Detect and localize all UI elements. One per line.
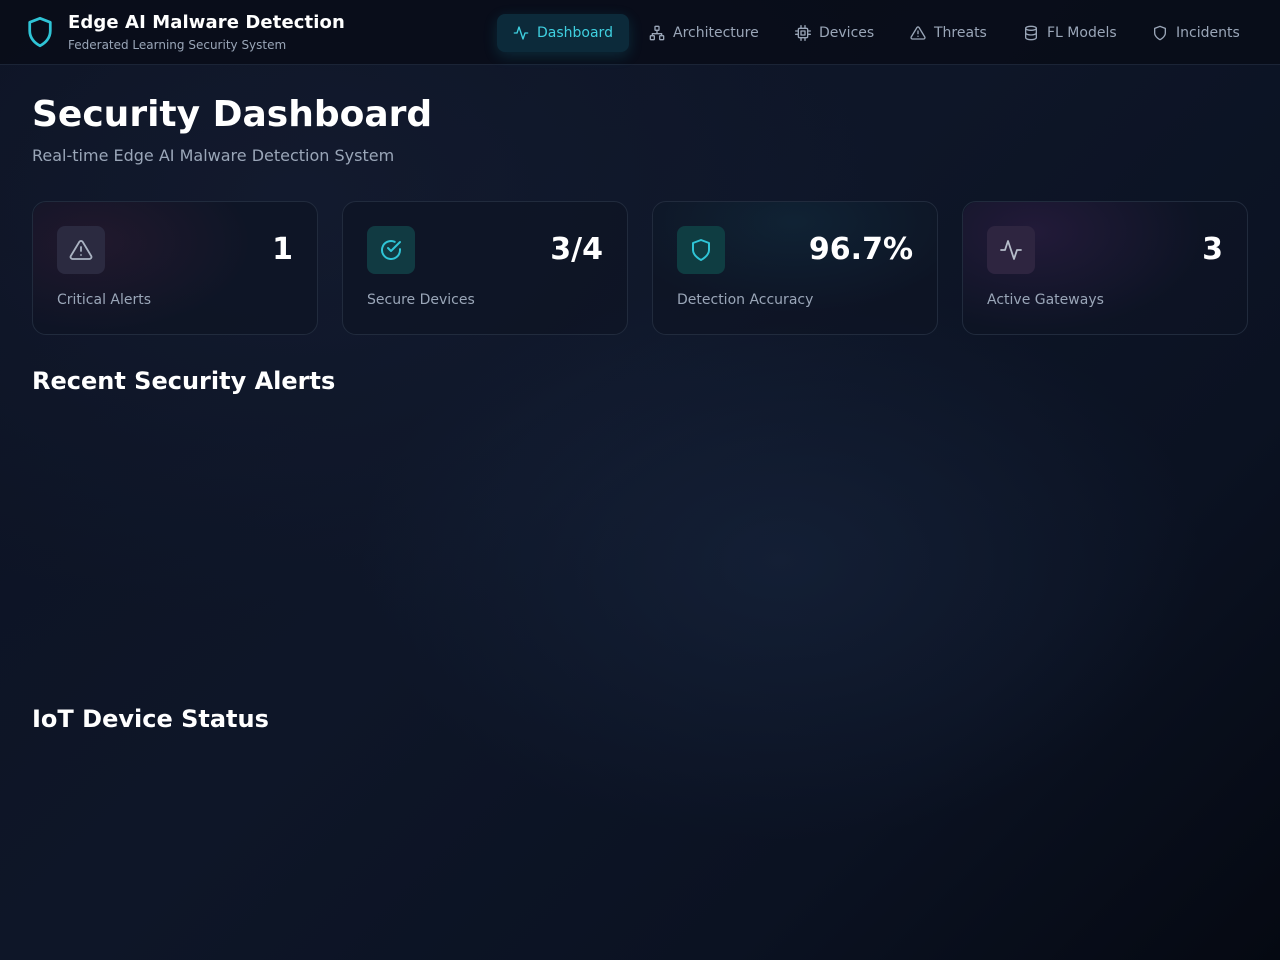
stat-icon-box (367, 226, 415, 274)
stat-value: 3 (1202, 232, 1223, 267)
nav-devices[interactable]: Devices (779, 14, 890, 52)
stat-icon-box (57, 226, 105, 274)
nav-label: Devices (819, 25, 875, 41)
shield-icon (692, 239, 710, 261)
nav-threats[interactable]: Threats (894, 14, 1003, 52)
stat-icon-box (987, 226, 1035, 274)
database-icon (1025, 25, 1037, 41)
top-navigation-bar: Edge AI Malware Detection Federated Lear… (0, 0, 1280, 65)
shield-icon (1154, 25, 1166, 41)
stat-label: Critical Alerts (57, 292, 152, 308)
stat-icon-box (677, 226, 725, 274)
nav-label: Architecture (673, 25, 759, 41)
activity-icon (513, 26, 529, 40)
activity-icon (1000, 240, 1022, 260)
nav-fl-models[interactable]: FL Models (1007, 14, 1133, 52)
stat-label: Detection Accuracy (677, 292, 814, 308)
stat-label: Active Gateways (987, 292, 1104, 308)
alert-triangle-icon (69, 240, 93, 260)
stat-value: 1 (272, 232, 293, 267)
nav-architecture[interactable]: Architecture (633, 14, 775, 52)
page-title: Security Dashboard (32, 94, 433, 135)
stat-value: 96.7% (808, 232, 913, 267)
nav-incidents[interactable]: Incidents (1136, 14, 1256, 52)
network-icon (649, 25, 665, 41)
cpu-icon (795, 25, 811, 41)
stat-value: 3/4 (550, 232, 603, 267)
app-title: Edge AI Malware Detection (68, 12, 345, 33)
stat-label: Secure Devices (367, 292, 475, 308)
app-subtitle: Federated Learning Security System (68, 38, 287, 52)
recent-alerts-heading: Recent Security Alerts (32, 367, 336, 395)
device-status-heading: IoT Device Status (32, 705, 269, 733)
page-subtitle: Real-time Edge AI Malware Detection Syst… (32, 146, 395, 165)
stat-card-active-gateways: 3 Active Gateways (962, 201, 1248, 335)
nav-label: FL Models (1047, 25, 1117, 41)
shield-icon (28, 16, 52, 48)
nav-label: Dashboard (537, 25, 613, 41)
check-circle-icon (381, 240, 401, 260)
nav-dashboard[interactable]: Dashboard (497, 14, 629, 52)
stat-card-detection-accuracy: 96.7% Detection Accuracy (652, 201, 938, 335)
stat-card-critical-alerts: 1 Critical Alerts (32, 201, 318, 335)
nav-label: Threats (934, 25, 987, 41)
alert-triangle-icon (910, 26, 926, 40)
nav-label: Incidents (1176, 25, 1240, 41)
stat-card-secure-devices: 3/4 Secure Devices (342, 201, 628, 335)
